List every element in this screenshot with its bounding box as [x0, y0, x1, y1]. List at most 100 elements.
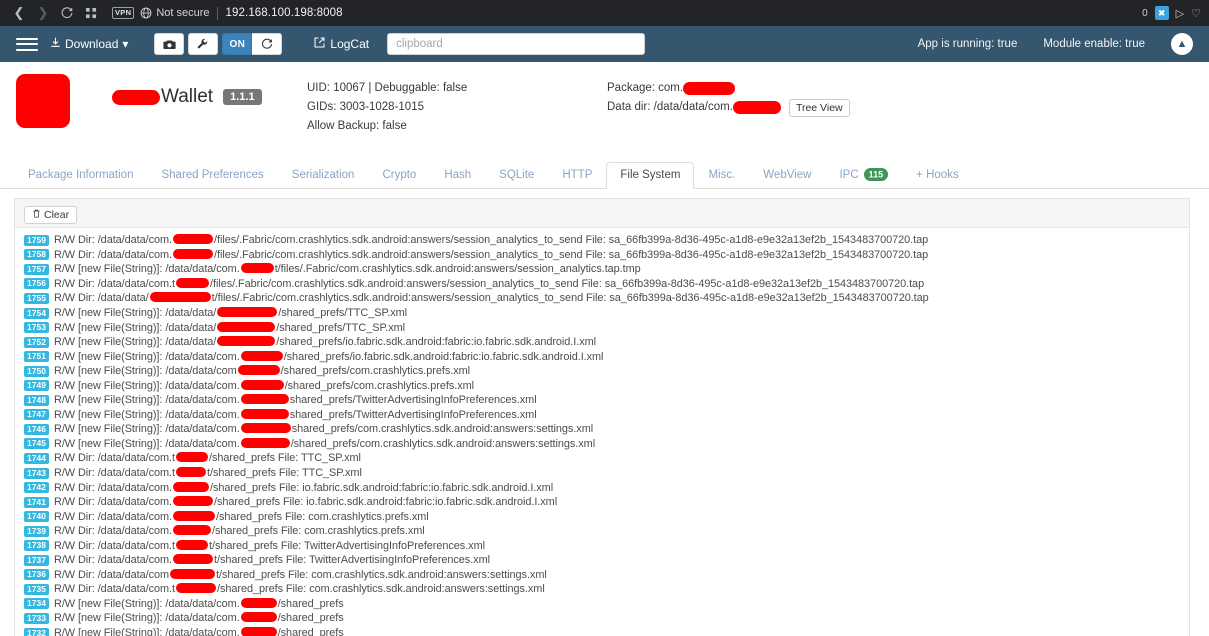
log-row[interactable]: 1744 R/W Dir: /data/data/com.t/shared_pre…	[24, 451, 1189, 466]
log-path-prefix: R/W Dir: /data/data/com.	[54, 234, 173, 247]
log-path-suffix: /shared_prefs File: io.fabric.sdk.androi…	[214, 496, 558, 509]
log-row[interactable]: 1742 R/W Dir: /data/data/com. /shared_pref…	[24, 480, 1189, 495]
share-icon[interactable]: ▷	[1176, 7, 1184, 20]
log-row[interactable]: 1750 R/W [new File(String)]: /data/data/c…	[24, 364, 1189, 379]
log-path-prefix: R/W Dir: /data/data/com	[54, 568, 170, 581]
on-toggle-button[interactable]: ON	[222, 33, 253, 55]
redacted-package-name	[173, 248, 214, 259]
log-row[interactable]: 1746 R/W [new File(String)]: /data/data/c…	[24, 422, 1189, 437]
log-row[interactable]: 1755 R/W Dir: /data/data/t/files/.Fabric/…	[24, 291, 1189, 306]
omnibox-divider	[216, 6, 218, 20]
uid-line: UID: 10067 | Debuggable: false	[307, 82, 468, 94]
log-row[interactable]: 1741 R/W Dir: /data/data/com. /shared_pref…	[24, 495, 1189, 510]
log-id-badge: 1744	[24, 452, 49, 464]
extension-icon[interactable]: ✖	[1154, 6, 1169, 20]
heart-icon[interactable]: ♡	[1191, 7, 1201, 20]
tab-ipc[interactable]: IPC 115	[825, 161, 902, 189]
clipboard-input[interactable]	[387, 33, 646, 55]
log-path-suffix: /files/.Fabric/com.crashlytics.sdk.andro…	[210, 277, 925, 290]
wrench-icon[interactable]	[188, 33, 219, 55]
log-row[interactable]: 1743 R/W Dir: /data/data/com.t t/shared_pr…	[24, 466, 1189, 481]
log-path-prefix: R/W Dir: /data/data/com.	[54, 510, 173, 523]
vpn-badge: VPN	[112, 7, 135, 19]
clear-button[interactable]: Clear	[24, 206, 78, 224]
tab-package-information[interactable]: Package Information	[14, 162, 147, 189]
log-row[interactable]: 1753 R/W [new File(String)]: /data/data/ /…	[24, 320, 1189, 335]
tab-hooks[interactable]: + Hooks	[902, 162, 973, 189]
log-path-suffix: t/shared_prefs File: com.crashlytics.sdk…	[216, 568, 547, 581]
log-row[interactable]: 1734 R/W [new File(String)]: /data/data/c…	[24, 597, 1189, 612]
tab-http[interactable]: HTTP	[548, 162, 606, 189]
log-row[interactable]: 1758 R/W Dir: /data/data/com. /files/.Fabr…	[24, 248, 1189, 263]
log-message: R/W [new File(String)]: /data/data/ /shar…	[54, 307, 407, 319]
log-row[interactable]: 1754 R/W [new File(String)]: /data/data/ /…	[24, 306, 1189, 321]
tab-file-system[interactable]: File System	[606, 162, 695, 189]
tab-shared-preferences[interactable]: Shared Preferences	[147, 162, 277, 189]
package-label: Package: com.	[607, 82, 684, 94]
tab-sqlite[interactable]: SQLite	[485, 162, 548, 189]
log-id-badge: 1758	[24, 249, 49, 261]
redacted-package-name	[240, 394, 289, 405]
log-row[interactable]: 1747 R/W [new File(String)]: /data/data/c…	[24, 408, 1189, 423]
reload-icon[interactable]	[56, 2, 78, 24]
log-row[interactable]: 1749 R/W [new File(String)]: /data/data/c…	[24, 378, 1189, 393]
log-path-suffix: /files/.Fabric/com.crashlytics.sdk.andro…	[214, 234, 929, 247]
log-message: R/W [new File(String)]: /data/data/com. s…	[54, 394, 537, 406]
tab-webview[interactable]: WebView	[749, 162, 825, 189]
tab-hash[interactable]: Hash	[430, 162, 485, 189]
log-row[interactable]: 1752 R/W [new File(String)]: /data/data/ /…	[24, 335, 1189, 350]
log-row[interactable]: 1748 R/W [new File(String)]: /data/data/c…	[24, 393, 1189, 408]
log-id-badge: 1734	[24, 598, 49, 610]
log-message: R/W Dir: /data/data/com.t/files/.Fabric/…	[54, 277, 925, 290]
app-title: Wallet	[161, 86, 214, 107]
log-row[interactable]: 1751 R/W [new File(String)]: /data/data/c…	[24, 349, 1189, 364]
tab-badge: 115	[863, 167, 889, 181]
log-row[interactable]: 1759 R/W Dir: /data/data/com. /files/.Fabr…	[24, 233, 1189, 248]
log-row[interactable]: 1732 R/W [new File(String)]: /data/data/c…	[24, 626, 1189, 636]
camera-icon[interactable]	[154, 33, 185, 55]
log-row[interactable]: 1757 R/W [new File(String)]: /data/data/c…	[24, 262, 1189, 277]
log-path-suffix: shared_prefs/TwitterAdvertisingInfoPrefe…	[289, 394, 537, 407]
log-path-prefix: R/W [new File(String)]: /data/data/	[54, 336, 217, 349]
address-bar[interactable]: VPN Not secure 192.168.100.198:8008	[112, 3, 1133, 23]
download-icon	[50, 37, 61, 51]
log-row[interactable]: 1740 R/W Dir: /data/data/com. /shared_pref…	[24, 509, 1189, 524]
log-row[interactable]: 1739 R/W Dir: /data/data/com. /shared_pref…	[24, 524, 1189, 539]
log-path-prefix: R/W [new File(String)]: /data/data/com.	[54, 423, 240, 436]
download-menu[interactable]: Download ▾	[50, 37, 128, 51]
log-row[interactable]: 1736 R/W Dir: /data/data/com t/shared_pref…	[24, 568, 1189, 583]
log-row[interactable]: 1738 R/W Dir: /data/data/com.t t/shared_pr…	[24, 538, 1189, 553]
log-row[interactable]: 1735 R/W Dir: /data/data/com.t/shared_pre…	[24, 582, 1189, 597]
log-path-suffix: /shared_prefs/TTC_SP.xml	[278, 307, 408, 319]
log-id-badge: 1753	[24, 322, 49, 334]
log-path-prefix: R/W [new File(String)]: /data/data/	[54, 321, 217, 334]
chevron-up-icon[interactable]: ▲	[1171, 33, 1193, 55]
refresh-icon[interactable]	[252, 33, 283, 55]
log-path-suffix: /shared_prefs	[277, 597, 344, 610]
log-id-badge: 1733	[24, 612, 49, 624]
back-arrow-icon[interactable]: ❮	[8, 2, 30, 24]
redacted-package-name	[240, 437, 290, 448]
apps-grid-icon[interactable]	[80, 2, 102, 24]
log-row[interactable]: 1737 R/W Dir: /data/data/com. t/shared_pre…	[24, 553, 1189, 568]
data-dir-line: Data dir: /data/data/com. Tree View	[607, 98, 850, 117]
redacted-package-name	[173, 525, 212, 536]
tree-view-button[interactable]: Tree View	[788, 98, 850, 117]
file-system-panel: Clear 1759 R/W Dir: /data/data/com. /files…	[14, 198, 1190, 636]
forward-arrow-icon[interactable]: ❯	[32, 2, 54, 24]
app-name-wrap: Wallet 1.1.1	[112, 74, 307, 108]
log-row[interactable]: 1733 R/W [new File(String)]: /data/data/c…	[24, 611, 1189, 626]
log-row[interactable]: 1745 R/W [new File(String)]: /data/data/c…	[24, 437, 1189, 452]
logcat-link[interactable]: LogCat	[314, 37, 369, 51]
log-message: R/W [new File(String)]: /data/data/com. /…	[54, 350, 603, 363]
hamburger-menu-icon[interactable]	[16, 34, 38, 54]
redacted-package-name	[173, 496, 214, 507]
tab-misc[interactable]: Misc.	[694, 162, 749, 189]
log-message: R/W [new File(String)]: /data/data/com/s…	[54, 365, 470, 377]
tab-crypto[interactable]: Crypto	[368, 162, 430, 189]
redacted-package-name	[176, 452, 209, 463]
tab-serialization[interactable]: Serialization	[278, 162, 369, 189]
log-path-prefix: R/W Dir: /data/data/com.	[54, 481, 173, 494]
tab-label: IPC	[839, 169, 859, 181]
log-row[interactable]: 1756 R/W Dir: /data/data/com.t/files/.Fab…	[24, 277, 1189, 292]
